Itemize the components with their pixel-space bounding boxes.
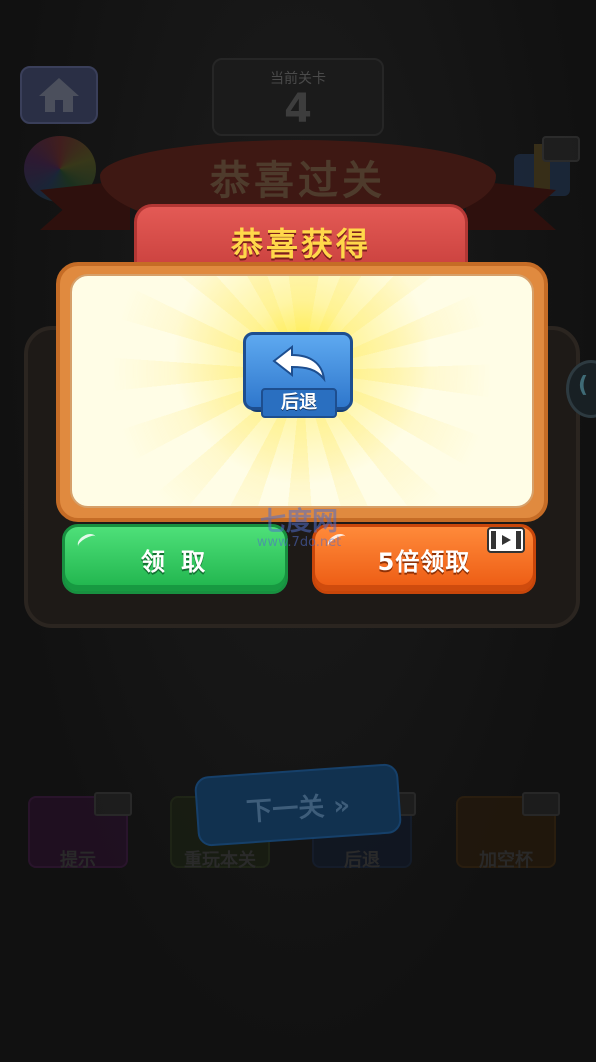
tool-label: 后退 [344,850,380,871]
ribbon-title: 恭喜过关 [210,158,386,204]
claim-5x-label: 5倍领取 [377,547,471,576]
tool-add-cup[interactable]: 加空杯 [456,792,560,871]
level-number: 4 [284,86,312,132]
home-button[interactable] [20,66,98,124]
reward-label: 后退 [261,388,337,418]
next-level-label: 下一关 » [245,790,352,828]
reward-popup-title: 恭喜获得 [230,225,371,263]
level-label: 当前关卡 [270,71,326,87]
claim-5x-button[interactable]: 5倍领取 [312,524,536,594]
video-badge-icon [522,792,560,816]
undo-arrow-icon [272,345,326,383]
reward-item: 后退 [243,332,353,418]
level-indicator: 当前关卡 4 [212,58,384,136]
tool-hint[interactable]: 提示 [28,792,132,871]
claim-button[interactable]: 领 取 [62,524,288,594]
tool-label: 加空杯 [479,850,533,871]
video-ad-icon [487,527,525,553]
video-badge-icon [94,792,132,816]
home-icon [39,78,79,112]
claim-label: 领 取 [140,547,210,576]
next-level-button[interactable]: 下一关 » [193,762,403,848]
tool-label: 重玩本关 [184,850,256,871]
tool-label: 提示 [60,850,96,871]
